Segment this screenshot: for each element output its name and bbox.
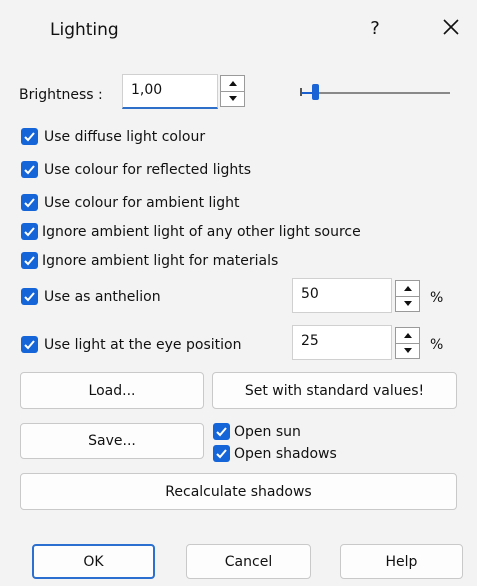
save-button[interactable]: Save...	[20, 423, 204, 459]
help-question-button[interactable]: ?	[365, 18, 385, 39]
ok-button[interactable]: OK	[32, 544, 155, 579]
window-title: Lighting	[50, 20, 119, 40]
close-icon[interactable]	[440, 16, 462, 38]
anthelion-input[interactable]: 50	[292, 278, 392, 313]
eye-light-input[interactable]: 25	[292, 325, 392, 360]
cancel-button[interactable]: Cancel	[186, 544, 311, 579]
option-anthelion[interactable]: Use as anthelion	[21, 288, 161, 305]
eye-light-unit: %	[430, 337, 444, 353]
brightness-slider[interactable]	[300, 88, 450, 98]
set-standard-values-button[interactable]: Set with standard values!	[212, 372, 457, 409]
spin-down-icon[interactable]	[396, 295, 419, 312]
option-label: Use colour for ambient light	[44, 194, 240, 211]
option-label: Open shadows	[234, 445, 337, 462]
anthelion-spinner[interactable]	[395, 280, 420, 312]
option-ambient-colour[interactable]: Use colour for ambient light	[21, 194, 240, 211]
checkbox-checked-icon[interactable]	[21, 128, 38, 145]
eye-light-spinner[interactable]	[395, 327, 420, 359]
brightness-input[interactable]: 1,00	[122, 74, 218, 109]
checkbox-checked-icon[interactable]	[21, 288, 38, 305]
option-diffuse-colour[interactable]: Use diffuse light colour	[21, 128, 205, 145]
spin-down-icon[interactable]	[221, 90, 244, 107]
option-label: Open sun	[234, 423, 301, 440]
spin-up-icon[interactable]	[396, 328, 419, 343]
checkbox-checked-icon[interactable]	[213, 445, 230, 462]
option-label: Use colour for reflected lights	[44, 161, 252, 178]
checkbox-checked-icon[interactable]	[21, 336, 38, 353]
brightness-spinner[interactable]	[220, 75, 245, 107]
option-label: Use diffuse light colour	[44, 128, 206, 145]
checkbox-checked-icon[interactable]	[213, 423, 230, 440]
option-open-shadows[interactable]: Open shadows	[213, 445, 337, 462]
option-label: Ignore ambient light for materials	[42, 252, 279, 269]
option-reflected-colour[interactable]: Use colour for reflected lights	[21, 161, 251, 178]
checkbox-checked-icon[interactable]	[21, 252, 38, 269]
checkbox-checked-icon[interactable]	[21, 161, 38, 178]
spin-up-icon[interactable]	[221, 76, 244, 91]
help-button[interactable]: Help	[340, 544, 463, 579]
option-ignore-other-ambient[interactable]: Ignore ambient light of any other light …	[21, 223, 361, 240]
brightness-slider-thumb[interactable]	[312, 84, 319, 100]
spin-down-icon[interactable]	[396, 342, 419, 359]
load-button[interactable]: Load...	[20, 372, 204, 409]
option-open-sun[interactable]: Open sun	[213, 423, 301, 440]
option-label: Ignore ambient light of any other light …	[42, 223, 361, 240]
anthelion-unit: %	[430, 290, 444, 306]
recalculate-shadows-button[interactable]: Recalculate shadows	[20, 473, 457, 510]
checkbox-checked-icon[interactable]	[21, 194, 38, 211]
option-eye-light[interactable]: Use light at the eye position	[21, 336, 241, 353]
option-ignore-materials-ambient[interactable]: Ignore ambient light for materials	[21, 252, 278, 269]
spin-up-icon[interactable]	[396, 281, 419, 296]
option-label: Use as anthelion	[44, 288, 161, 305]
brightness-label: Brightness :	[19, 87, 103, 103]
option-label: Use light at the eye position	[44, 336, 242, 353]
checkbox-checked-icon[interactable]	[21, 223, 38, 240]
